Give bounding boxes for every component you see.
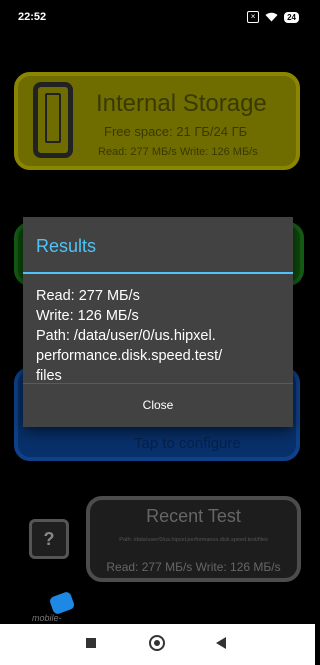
recent-apps-icon[interactable] xyxy=(86,638,96,648)
dialog-read-value: Read: 277 МБ/s xyxy=(36,288,140,304)
status-icons: × 24 xyxy=(247,11,299,23)
recent-test-title: Recent Test xyxy=(146,506,241,526)
recent-test-path: Path: /data/user/0/us.hipxel.performance… xyxy=(119,537,268,543)
clock: 22:52 xyxy=(18,11,47,23)
close-button[interactable]: Close xyxy=(23,384,293,427)
watermark-logo-icon xyxy=(48,590,76,616)
navigation-bar xyxy=(0,624,315,665)
internal-storage-card[interactable]: Internal Storage Free space: 21 ГБ/24 ГБ… xyxy=(14,72,300,170)
watermark: mobile-review.com xyxy=(30,590,88,633)
dialog-body: Read: 277 МБ/s Write: 126 МБ/s Path: /da… xyxy=(36,286,286,386)
results-dialog: Results Read: 277 МБ/s Write: 126 МБ/s P… xyxy=(23,217,293,427)
storage-speed-label: Read: 277 МБ/s Write: 126 МБ/s xyxy=(98,146,258,158)
status-bar: 22:52 × 24 xyxy=(0,0,315,36)
tap-to-configure-label: Tap to configure xyxy=(134,435,241,452)
battery-icon: 24 xyxy=(284,11,299,23)
dialog-title: Results xyxy=(36,236,97,256)
recent-test-card[interactable]: Recent Test Path: /data/user/0/us.hipxel… xyxy=(86,496,301,582)
back-icon[interactable] xyxy=(216,637,226,649)
free-space-label: Free space: 21 ГБ/24 ГБ xyxy=(104,124,248,139)
dialog-title-divider xyxy=(23,272,293,274)
notification-close-icon: × xyxy=(247,11,260,23)
home-icon[interactable] xyxy=(149,635,165,651)
phone-icon xyxy=(33,82,73,158)
storage-title: Internal Storage xyxy=(96,90,267,117)
help-button[interactable]: ? xyxy=(29,519,69,559)
dialog-path-value: Path: /data/user/0/us.hipxel. performanc… xyxy=(36,328,223,384)
dialog-write-value: Write: 126 МБ/s xyxy=(36,308,139,324)
recent-test-speed: Read: 277 МБ/s Write: 126 МБ/s xyxy=(106,560,281,574)
wifi-icon xyxy=(265,12,278,22)
